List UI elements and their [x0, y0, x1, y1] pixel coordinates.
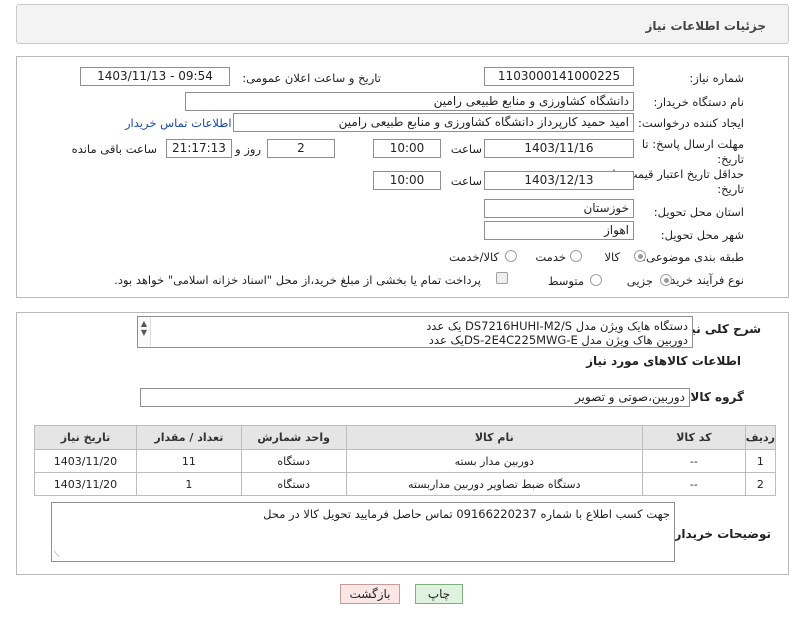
cell-need-date: 1403/11/20 — [34, 449, 137, 473]
days-remaining-field[interactable]: 2 — [267, 139, 335, 158]
table-header-row: ردیف کد کالا نام کالا واحد شمارش تعداد /… — [34, 425, 777, 450]
need-number-field[interactable]: 1103000141000225 — [484, 67, 634, 86]
cell-name: دوربین مدار بسته — [345, 449, 643, 473]
category-radio-goods-service[interactable] — [505, 250, 517, 262]
process-option-medium: متوسط — [547, 274, 584, 288]
general-description-field[interactable]: ▲ ▼ دستگاه هایک ویژن مدل DS7216HUHI-M2/S … — [137, 316, 693, 348]
province-label: استان محل تحویل: — [653, 205, 744, 219]
column-header-name: نام کالا — [345, 425, 643, 450]
cell-quantity: 11 — [135, 449, 242, 473]
validity-time-field[interactable]: 10:00 — [373, 171, 441, 190]
category-option-goods-service: کالا/خدمت — [448, 250, 499, 264]
cell-code: -- — [641, 449, 746, 473]
requester-field[interactable]: امید حمید کارپرداز دانشگاه کشاورزی و منا… — [233, 113, 634, 132]
announce-datetime-field[interactable]: 1403/11/13 - 09:54 — [80, 67, 230, 86]
deadline-date-field[interactable]: 1403/11/16 — [484, 139, 634, 158]
validity-time-label: ساعت — [450, 174, 482, 188]
remaining-time-field[interactable]: 21:17:13 — [166, 139, 232, 158]
column-header-unit: واحد شمارش — [240, 425, 347, 450]
back-button[interactable]: بازگشت — [340, 584, 400, 604]
remaining-time-label: ساعت باقی مانده — [71, 142, 157, 156]
process-option-minor: جزیی — [626, 274, 653, 288]
column-header-row-number: ردیف — [744, 425, 777, 450]
province-field[interactable]: خوزستان — [484, 199, 634, 218]
city-field[interactable]: اهواز — [484, 221, 634, 240]
validity-date-label: تاریخ: — [717, 182, 744, 196]
buyer-org-label: نام دستگاه خریدار: — [653, 95, 744, 109]
validity-date-field[interactable]: 1403/12/13 — [484, 171, 634, 190]
category-radio-goods[interactable] — [634, 250, 646, 262]
buyer-contact-link[interactable]: اطلاعات تماس خریدار — [125, 116, 232, 130]
header-panel: جزئیات اطلاعات نیاز — [16, 4, 789, 44]
cell-code: -- — [641, 472, 746, 496]
table-row[interactable]: 2 -- دستگاه ضبط تصاویر دوربین مداربسته د… — [34, 472, 777, 496]
buyer-org-field[interactable]: دانشگاه کشاورزی و منابع طبیعی رامین — [185, 92, 634, 111]
description-line-1: دستگاه هایک ویژن مدل DS7216HUHI-M2/S یک … — [426, 319, 688, 333]
deadline-label: مهلت ارسال پاسخ: تا — [641, 137, 744, 151]
cell-row-number: 2 — [744, 472, 777, 496]
resize-handle-icon[interactable]: ⟋ — [54, 550, 60, 560]
buyer-notes-field[interactable]: جهت کسب اطلاع با شماره 09166220237 تماس … — [51, 502, 675, 562]
description-scroll-control[interactable]: ▲ ▼ — [138, 317, 151, 347]
city-label: شهر محل تحویل: — [660, 228, 744, 242]
cell-name: دستگاه ضبط تصاویر دوربین مداربسته — [345, 472, 643, 496]
deadline-time-label: ساعت — [450, 142, 482, 156]
process-radio-minor[interactable] — [660, 274, 672, 286]
buyer-notes-text: جهت کسب اطلاع با شماره 09166220237 تماس … — [263, 507, 670, 521]
category-label: طبقه بندی موضوعی: — [642, 250, 744, 264]
process-label: نوع فرآیند خرید : — [662, 273, 744, 287]
table-row[interactable]: 1 -- دوربین مدار بسته دستگاه 11 1403/11/… — [34, 449, 777, 473]
column-header-code: کد کالا — [641, 425, 746, 450]
description-line-2: دوربین هاک ویژن مدل DS-2E4C225MWG-Eیک عد… — [428, 333, 688, 347]
requester-label: ایجاد کننده درخواست: — [638, 116, 744, 130]
column-header-quantity: تعداد / مقدار — [135, 425, 242, 450]
days-label: روز و — [235, 142, 261, 156]
cell-unit: دستگاه — [240, 472, 347, 496]
announce-datetime-label: تاریخ و ساعت اعلان عمومی: — [242, 71, 381, 85]
treasury-payment-checkbox[interactable] — [496, 272, 508, 284]
goods-info-title: اطلاعات کالاهای مورد نیاز — [586, 354, 741, 368]
cell-need-date: 1403/11/20 — [34, 472, 137, 496]
process-radio-medium[interactable] — [590, 274, 602, 286]
deadline-time-field[interactable]: 10:00 — [373, 139, 441, 158]
category-radio-service[interactable] — [570, 250, 582, 262]
goods-table: ردیف کد کالا نام کالا واحد شمارش تعداد /… — [34, 425, 777, 496]
goods-group-field[interactable]: دوربین،صوتی و تصویر — [140, 388, 690, 407]
treasury-payment-note: پرداخت تمام یا بخشی از مبلغ خرید،از محل … — [114, 273, 481, 287]
cell-unit: دستگاه — [240, 449, 347, 473]
cell-quantity: 1 — [135, 472, 242, 496]
goods-group-label: گروه کالا: — [685, 390, 744, 404]
column-header-need-date: تاریخ نیاز — [34, 425, 137, 450]
buyer-notes-label: توضیحات خریدار: — [669, 527, 771, 541]
category-option-goods: کالا — [604, 250, 620, 264]
category-option-service: خدمت — [535, 250, 566, 264]
deadline-date-label: تاریخ: — [717, 152, 744, 166]
page-title: جزئیات اطلاعات نیاز — [645, 19, 766, 33]
cell-row-number: 1 — [744, 449, 777, 473]
print-button[interactable]: چاپ — [415, 584, 463, 604]
need-number-label: شماره نیاز: — [689, 71, 744, 85]
